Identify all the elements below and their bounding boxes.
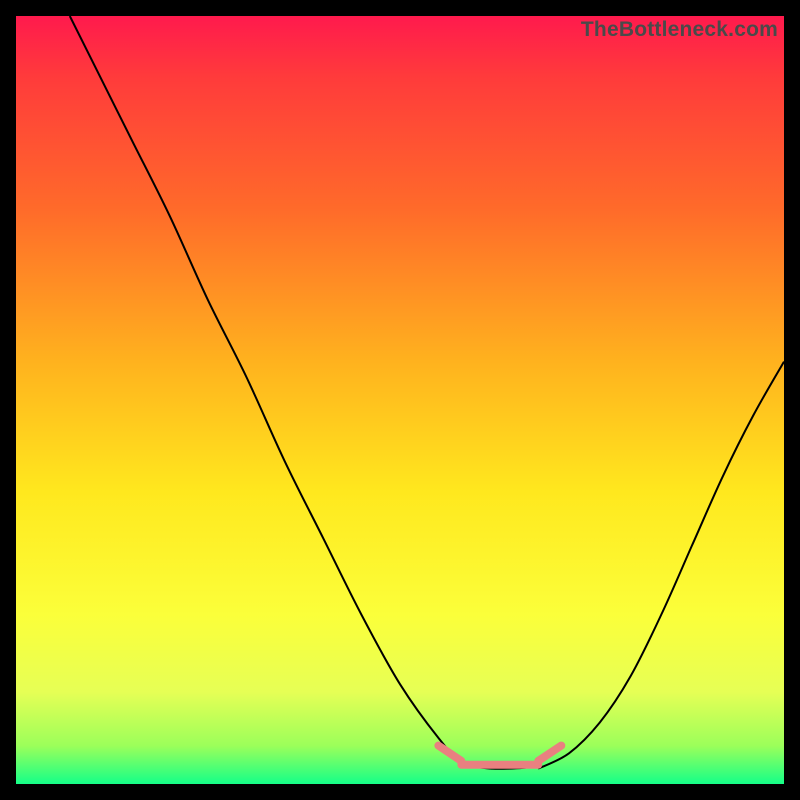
accent-right-icon (538, 746, 561, 761)
chart-frame: TheBottleneck.com (0, 0, 800, 800)
right-curve (538, 362, 784, 769)
accent-left-icon (438, 746, 461, 761)
chart-svg (16, 16, 784, 784)
left-curve (70, 16, 492, 769)
chart-plot-area: TheBottleneck.com (16, 16, 784, 784)
